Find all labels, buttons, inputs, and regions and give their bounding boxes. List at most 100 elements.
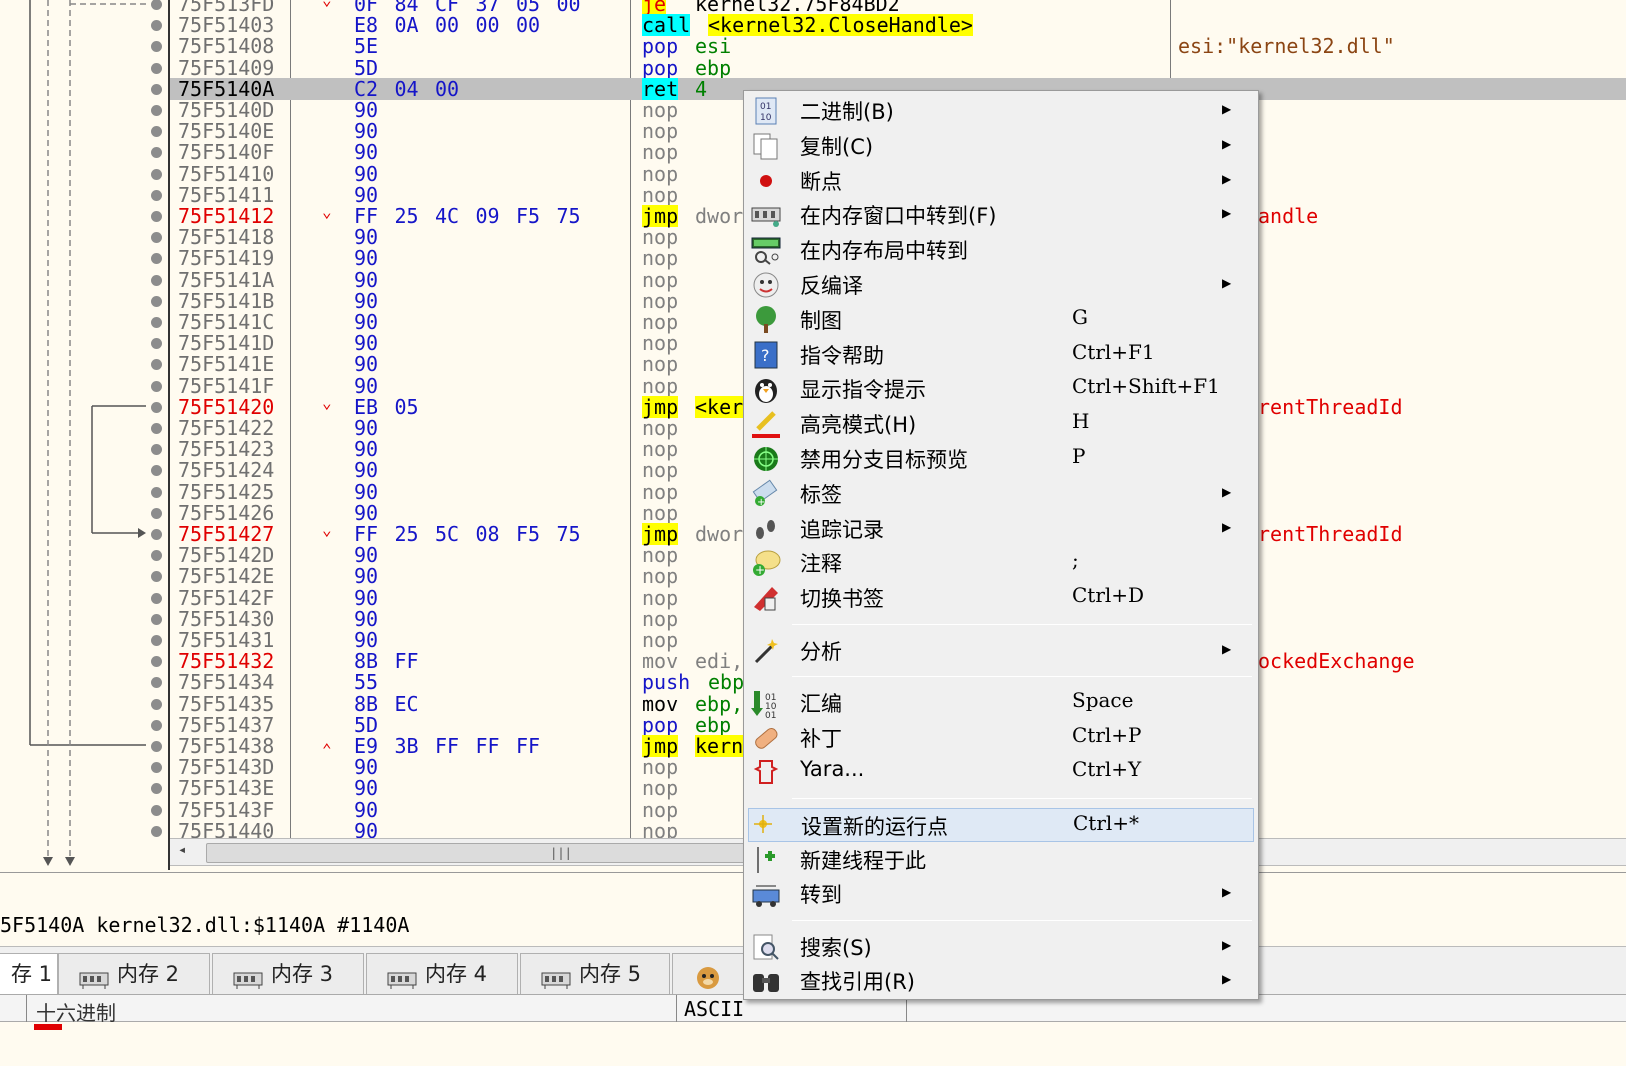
mnemonic: nop (642, 606, 679, 631)
tab-memory-1[interactable]: 存 1 (0, 953, 58, 995)
menu-item[interactable]: 制图 G (748, 303, 1254, 337)
menu-item[interactable]: 在内存布局中转到 (748, 233, 1254, 267)
menu-item[interactable]: Yara... Ctrl+Y (748, 755, 1254, 789)
instruction-row[interactable]: 75F51403 E8 0A 00 00 00 call <kernel32.CloseHan… (170, 14, 1626, 37)
submenu-arrow-icon: ▶ (1222, 484, 1232, 499)
menu-item[interactable]: 在内存窗口中转到(F) ▶ (748, 198, 1254, 232)
menu-item[interactable]: 01 10 二进制(B) ▶ (748, 94, 1254, 128)
breakpoint-dot[interactable] (151, 62, 162, 74)
address-cell: 75F51432 (178, 649, 275, 674)
mnemonic: nop (642, 543, 679, 568)
breakpoint-dot[interactable] (151, 380, 162, 392)
tab-memory-2[interactable]: 内存 2 (58, 953, 210, 995)
menu-item[interactable]: 追踪记录 ▶ (748, 512, 1254, 546)
breakpoint-dot[interactable] (151, 105, 162, 116)
byte-cell: 90 (354, 458, 379, 483)
mnemonic: jmp (642, 204, 679, 228)
breakpoint-dot[interactable] (151, 168, 162, 180)
new-thread-icon (750, 845, 782, 875)
menu-separator (792, 676, 1252, 678)
byte-cell: 90 (354, 373, 379, 398)
breakpoint-icon (750, 166, 782, 196)
scroll-left-icon[interactable]: ◂ (178, 842, 186, 858)
menu-item[interactable]: 禁用分支目标预览 P (748, 442, 1254, 476)
menu-item[interactable]: 反编译 ▶ (748, 268, 1254, 302)
svg-text:+: + (757, 497, 765, 508)
menu-item[interactable]: 复制(C) ▶ (748, 129, 1254, 163)
breakpoint-dot[interactable] (151, 507, 162, 519)
byte-cell: 05 (394, 394, 419, 419)
svg-text:01: 01 (760, 102, 771, 112)
menu-item[interactable]: 搜索(S) ▶ (748, 930, 1254, 964)
breakpoint-dot[interactable] (151, 635, 162, 646)
address-cell: 75F5140F (178, 140, 275, 165)
menu-item[interactable]: ? 指令帮助 Ctrl+F1 (748, 338, 1254, 372)
menu-item-shortcut: Ctrl+Y (1072, 757, 1142, 782)
menu-item[interactable]: + 注释; (748, 546, 1254, 580)
menu-item[interactable]: 查找引用(R) ▶ (748, 964, 1254, 998)
address-cell: 75F51422 (178, 416, 275, 440)
tab-memory-4[interactable]: 内存 4 (366, 953, 518, 995)
menu-item[interactable]: 高亮模式(H) H (748, 407, 1254, 441)
breakpoint-dot[interactable] (151, 741, 162, 752)
menu-item[interactable]: 切换书签 Ctrl+D (748, 581, 1254, 615)
address-cell: 75F51410 (178, 161, 275, 186)
breakpoint-dot[interactable] (151, 804, 162, 816)
assemble-icon: 01 10 01 (750, 688, 782, 721)
memory-icon (79, 963, 109, 989)
breakpoint-dot[interactable] (151, 274, 162, 286)
menu-item[interactable]: 显示指令提示 Ctrl+Shift+F1 (748, 372, 1254, 406)
memory-icon (233, 963, 263, 989)
tab-memory-6[interactable] (672, 953, 752, 995)
address-cell: 75F51409 (178, 55, 275, 80)
comment-cell: esi:"kernel32.dll" (1178, 34, 1395, 59)
byte-cell: 4C (435, 204, 460, 228)
instruction-row[interactable]: 75F51408 5E pop esi esi:"kernel32.dll" (170, 35, 1626, 57)
menu-item[interactable]: 分析 ▶ (748, 634, 1254, 668)
breakpoint-dot[interactable] (151, 317, 162, 328)
hex-dump-area[interactable] (0, 1022, 1626, 1066)
info-text: 5F5140A kernel32.dll:$1140A #1140A (0, 913, 410, 937)
patch-icon (750, 723, 782, 753)
breakpoint-dot[interactable] (151, 529, 162, 540)
breakpoint-dot[interactable] (151, 592, 162, 604)
goto-icon (750, 879, 782, 909)
breakpoint-dot[interactable] (151, 189, 162, 201)
breakpoint-dot[interactable] (151, 423, 162, 434)
breakpoint-dot[interactable] (151, 719, 162, 731)
address-cell: 75F5140A (178, 76, 275, 101)
mnemonic: mov (642, 691, 679, 716)
breakpoint-dot[interactable] (151, 211, 162, 222)
set-origin-icon (751, 811, 783, 841)
tab-memory-5[interactable]: 内存 5 (520, 953, 670, 995)
menu-item-shortcut: P (1072, 444, 1086, 468)
mnemonic: nop (642, 310, 679, 334)
tab-memory-3[interactable]: 内存 3 (212, 953, 364, 995)
hex-header-divider (676, 995, 677, 1023)
breakpoint-dot[interactable] (151, 613, 162, 625)
menu-item-label: 转到 (800, 883, 842, 908)
mnemonic: nop (642, 373, 679, 398)
menu-item[interactable]: + 标签 ▶ (748, 477, 1254, 511)
breakpoint-dot[interactable] (151, 486, 162, 498)
menu-item[interactable]: 补丁 Ctrl+P (748, 721, 1254, 755)
breakpoint-dot[interactable] (151, 698, 162, 710)
hex-header-divider (26, 995, 27, 1023)
menu-item[interactable]: 01 10 01 汇编 Space (748, 686, 1254, 721)
menu-item[interactable]: 转到 ▶ (748, 877, 1254, 911)
menu-item[interactable]: 设置新的运行点 Ctrl+* (748, 807, 1254, 842)
address-cell: 75F51437 (178, 712, 275, 737)
breakpoint-dot[interactable] (151, 295, 162, 307)
byte-cell: FF (354, 204, 379, 228)
breakpoint-dot[interactable] (151, 401, 162, 413)
menu-item[interactable]: 新建线程于此 (748, 843, 1254, 877)
breakpoint-dot[interactable] (151, 825, 162, 837)
byte-cell: 90 (354, 352, 379, 377)
menu-item-label: 新建线程于此 (800, 848, 926, 873)
menu-item[interactable]: 断点 ▶ (748, 164, 1254, 198)
breakpoint-dot[interactable] (151, 83, 162, 95)
help-icon: ? (750, 340, 782, 370)
instruction-row[interactable]: 75F51409 5D pop ebp (170, 57, 1626, 79)
comment-cell: andle (1258, 204, 1319, 228)
byte-cell: 90 (354, 797, 379, 822)
